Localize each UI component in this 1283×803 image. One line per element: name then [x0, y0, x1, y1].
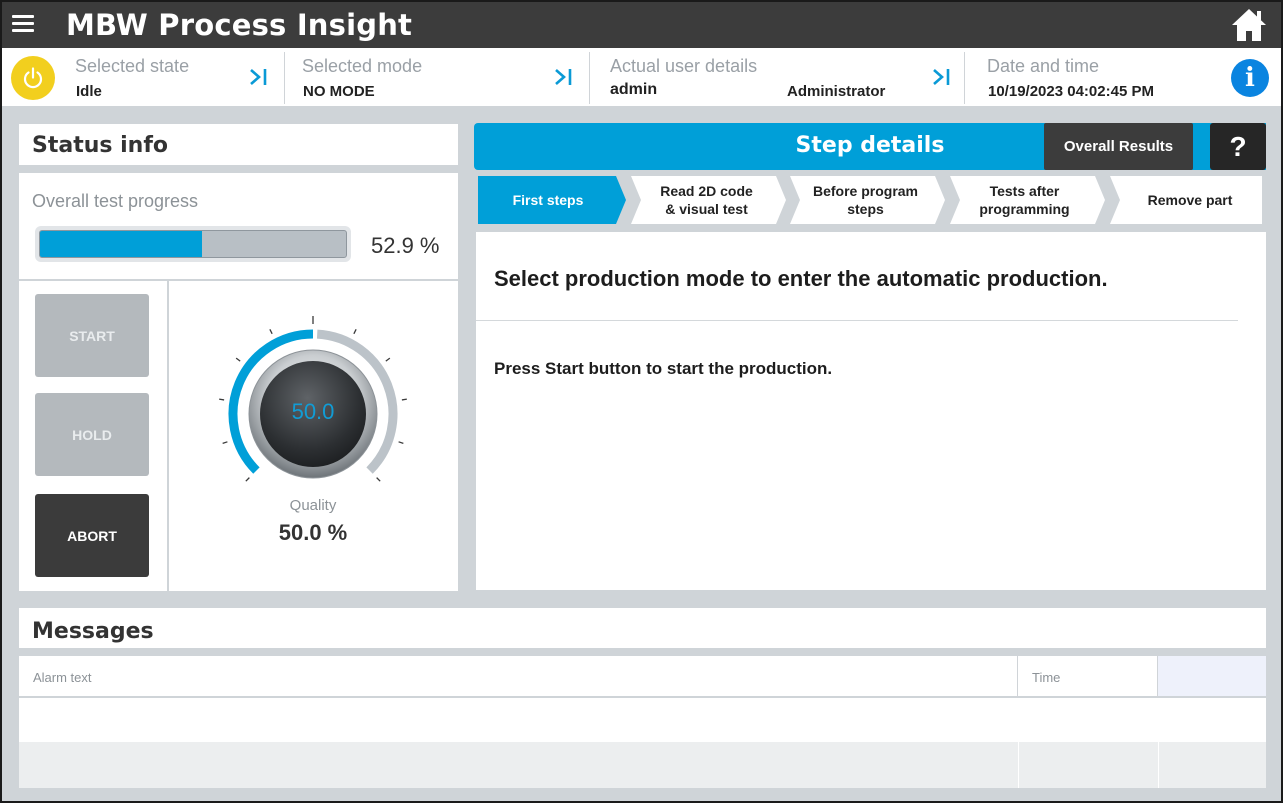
tab-read-2d-code[interactable]: Read 2D code & visual test — [638, 176, 775, 224]
table-row[interactable] — [19, 742, 1266, 788]
gauge-tick — [219, 398, 225, 401]
progress-value: 52.9 % — [371, 233, 440, 258]
status-info-header: Status info — [19, 124, 458, 168]
help-button[interactable]: ? — [1210, 123, 1266, 170]
status-info-title: Status info — [32, 133, 169, 158]
gauge-tick — [376, 477, 381, 482]
gauge-percent: 50.0 % — [278, 520, 348, 545]
divider — [476, 320, 1238, 321]
step-tabs: First steps Read 2D code & visual test B… — [478, 176, 1262, 224]
top-bar: MBW Process Insight — [2, 2, 1281, 48]
user-name-value: admin — [610, 81, 658, 98]
state-skip-icon[interactable] — [248, 67, 270, 87]
header-info-bar: Selected state Idle Selected mode NO MOD… — [2, 48, 1281, 106]
messages-table: Alarm text Time — [19, 656, 1266, 788]
progress-label: Overall test progress — [32, 191, 199, 211]
progress-track — [39, 230, 347, 258]
selected-state-value: Idle — [76, 83, 102, 100]
mode-skip-icon[interactable] — [553, 67, 575, 87]
selected-state-label: Selected state — [75, 56, 190, 76]
tab-first-steps[interactable]: First steps — [478, 176, 618, 224]
gauge-tick — [222, 441, 228, 444]
gauge-tick — [401, 398, 407, 401]
user-role-value: Administrator — [787, 83, 886, 100]
messages-title: Messages — [32, 619, 154, 644]
column-alarm-text[interactable]: Alarm text — [19, 656, 1018, 698]
divider — [964, 52, 965, 104]
divider — [284, 52, 285, 104]
gauge-label: Quality — [289, 497, 337, 514]
selected-mode-value: NO MODE — [303, 83, 375, 100]
start-button[interactable]: START — [35, 294, 149, 377]
column-time[interactable]: Time — [1018, 656, 1158, 698]
home-icon[interactable] — [1230, 7, 1268, 43]
app-title: MBW Process Insight — [66, 8, 413, 42]
gauge-tick — [235, 357, 241, 362]
selected-mode-label: Selected mode — [302, 56, 423, 76]
tab-remove-part[interactable]: Remove part — [1118, 176, 1262, 224]
abort-button[interactable]: ABORT — [35, 494, 149, 577]
menu-icon[interactable] — [12, 15, 34, 33]
progress-bar — [35, 226, 351, 262]
messages-header: Messages — [19, 608, 1266, 652]
user-details-label: Actual user details — [610, 56, 758, 76]
gauge-tick — [353, 329, 357, 335]
user-skip-icon[interactable] — [931, 67, 953, 87]
step-main-text: Select production mode to enter the auto… — [494, 266, 1108, 291]
gauge-value: 50.0 — [291, 399, 335, 424]
overall-results-button[interactable]: Overall Results — [1044, 123, 1193, 170]
column-extra[interactable] — [1158, 656, 1266, 698]
tab-before-program[interactable]: Before program steps — [796, 176, 935, 224]
datetime-label: Date and time — [987, 56, 1100, 76]
progress-section: Overall test progress 52.9 % — [19, 173, 458, 279]
power-icon[interactable] — [11, 56, 55, 100]
hold-button[interactable]: HOLD — [35, 393, 149, 476]
quality-gauge: 50.0 Quality 50.0 % — [169, 281, 458, 591]
app-frame: MBW Process Insight Selected state Idle … — [0, 0, 1283, 803]
divider — [589, 52, 590, 104]
gauge-tick — [398, 441, 404, 444]
datetime-value: 10/19/2023 04:02:45 PM — [988, 83, 1154, 100]
gauge-tick — [269, 329, 273, 335]
info-icon[interactable]: i — [1231, 59, 1269, 97]
tab-tests-after[interactable]: Tests after programming — [956, 176, 1093, 224]
divider — [1158, 742, 1159, 788]
step-content: Select production mode to enter the auto… — [476, 232, 1266, 590]
gauge-tick — [245, 477, 250, 482]
control-buttons: START HOLD ABORT — [19, 281, 167, 591]
divider — [1018, 742, 1019, 788]
gauge-tick — [385, 357, 391, 362]
progress-fill — [40, 231, 202, 257]
step-sub-text: Press Start button to start the producti… — [494, 359, 833, 378]
